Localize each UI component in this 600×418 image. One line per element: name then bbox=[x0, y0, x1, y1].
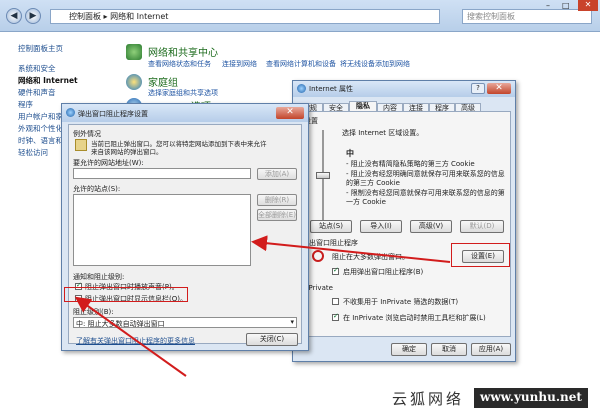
arrow-to-popup-dialog bbox=[251, 235, 451, 263]
annotation-arrows bbox=[74, 235, 451, 377]
watermark-text: 云狐网络 bbox=[392, 390, 465, 408]
arrow-to-info-bar bbox=[74, 296, 187, 377]
watermark-url: www.yunhu.net bbox=[474, 388, 588, 408]
